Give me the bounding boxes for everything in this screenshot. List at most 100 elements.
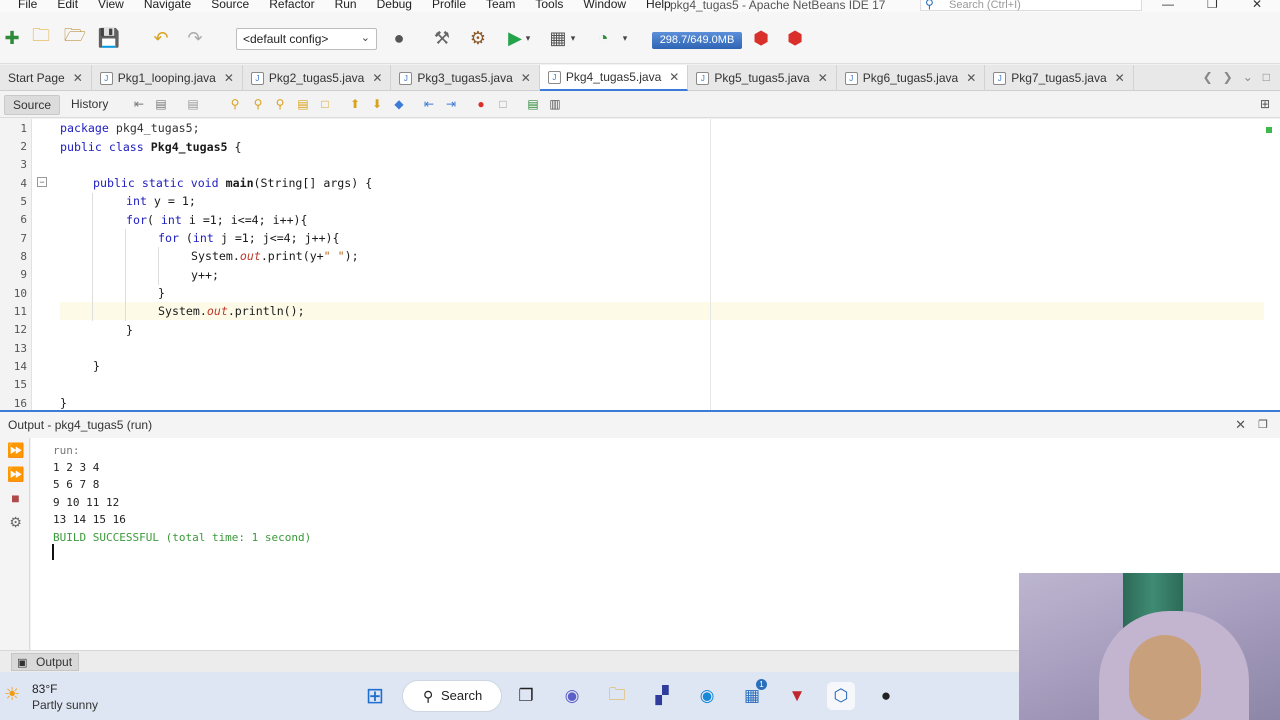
redo-icon[interactable]: ↷ xyxy=(183,26,207,50)
save-all-icon[interactable]: 💾 xyxy=(97,26,121,50)
new-file-icon[interactable]: ✚ xyxy=(0,26,24,50)
stop-macro-icon[interactable]: □ xyxy=(496,98,510,111)
new-project-icon[interactable]: 🗀 xyxy=(29,25,53,50)
chevron-down-icon[interactable]: ⌄ xyxy=(1243,70,1253,84)
class-name: Pkg4_tugas5 xyxy=(150,140,228,154)
last-edit-icon[interactable]: ⇤ xyxy=(132,98,146,111)
toggle-highlight-icon[interactable]: ▤ xyxy=(296,98,310,111)
menu-edit[interactable]: Edit xyxy=(47,0,88,10)
split-editor-icon[interactable]: ⊞ xyxy=(1258,98,1272,111)
close-icon[interactable]: ✕ xyxy=(669,70,679,84)
output-tab[interactable]: ▣ Output xyxy=(11,653,80,671)
menu-debug[interactable]: Debug xyxy=(367,0,422,10)
code-text: ( xyxy=(178,231,193,245)
tab-pkg2[interactable]: J Pkg2_tugas5.java ✕ xyxy=(243,65,392,91)
fold-collapse-icon[interactable]: − xyxy=(37,177,47,187)
menu-source[interactable]: Source xyxy=(201,0,259,10)
tab-start-page[interactable]: Start Page ✕ xyxy=(0,65,92,91)
previous-bookmark-icon[interactable]: ⬆ xyxy=(348,98,362,111)
code-text: } xyxy=(158,286,165,300)
debug-dropdown-icon[interactable]: ▾ xyxy=(567,26,579,50)
taskbar-search[interactable]: ⚲ Search xyxy=(402,680,502,712)
menu-team[interactable]: Team xyxy=(476,0,525,10)
code-text: pkg4_tugas5; xyxy=(108,121,200,135)
tab-pkg5[interactable]: J Pkg5_tugas5.java ✕ xyxy=(688,65,837,91)
find-previous-icon[interactable]: ⚲ xyxy=(251,98,265,111)
edge-browser-icon[interactable]: ◉ xyxy=(693,682,721,710)
comment-icon[interactable]: ▤ xyxy=(526,98,540,111)
undo-icon[interactable]: ↶ xyxy=(149,26,173,50)
close-icon[interactable]: ✕ xyxy=(73,71,83,85)
maximize-icon[interactable]: □ xyxy=(1263,70,1270,84)
visual-studio-icon[interactable]: ▞ xyxy=(648,682,676,710)
rerun-with-params-icon[interactable]: ⏩ xyxy=(7,466,24,483)
restore-icon[interactable]: ❐ xyxy=(1207,0,1218,11)
code-text: .print(y+ xyxy=(260,249,324,263)
close-window-icon[interactable]: ✕ xyxy=(1252,0,1262,11)
task-view-icon[interactable]: ❐ xyxy=(512,682,540,710)
record-macro-icon[interactable]: ● xyxy=(474,98,488,111)
open-project-icon[interactable]: 🗁 xyxy=(63,25,87,50)
close-icon[interactable]: ✕ xyxy=(1235,417,1246,433)
profiler-snapshot-icon[interactable]: ⬢ xyxy=(783,26,807,50)
build-hammer-icon[interactable]: ⚒ xyxy=(430,26,454,50)
code-editor[interactable]: 1 2 3 4 5 6 7 8 9 10 11 12 13 14 15 16 −… xyxy=(0,119,1280,410)
menu-file[interactable]: File xyxy=(8,0,47,10)
rerun-icon[interactable]: ⏩ xyxy=(7,442,24,459)
menu-navigate[interactable]: Navigate xyxy=(134,0,201,10)
line-number: 9 xyxy=(20,268,27,281)
quick-search-input[interactable]: ⚲ Search (Ctrl+I) xyxy=(920,0,1142,11)
maximize-icon[interactable]: ❐ xyxy=(1258,418,1268,431)
globe-icon[interactable]: ● xyxy=(387,26,411,50)
tab-pkg4[interactable]: J Pkg4_tugas5.java ✕ xyxy=(539,65,689,91)
close-icon[interactable]: ✕ xyxy=(372,71,382,85)
chevron-left-icon[interactable]: ❮ xyxy=(1203,70,1213,84)
find-selection-icon[interactable]: ⚲ xyxy=(228,98,242,111)
method-name: main xyxy=(225,176,254,190)
stop-icon[interactable]: ■ xyxy=(7,490,24,507)
menu-view[interactable]: View xyxy=(88,0,134,10)
mcafee-icon[interactable]: ▼ xyxy=(783,682,811,710)
clean-build-icon[interactable]: ⚙ xyxy=(466,26,490,50)
source-button[interactable]: Source xyxy=(4,95,61,115)
close-icon[interactable]: ✕ xyxy=(521,71,531,85)
find-next-icon[interactable]: ⚲ xyxy=(273,98,287,111)
config-select[interactable]: <default config> ⌄ xyxy=(236,28,377,50)
close-icon[interactable]: ✕ xyxy=(966,71,976,85)
uncomment-icon[interactable]: ▥ xyxy=(548,98,562,111)
profile-project-icon[interactable]: ◔ xyxy=(591,26,615,50)
menu-window[interactable]: Window xyxy=(573,0,636,10)
tab-pkg3[interactable]: J Pkg3_tugas5.java ✕ xyxy=(391,65,540,91)
memory-indicator[interactable]: 298.7/649.0MB xyxy=(652,32,742,49)
forward-icon[interactable]: ▤ xyxy=(186,98,200,111)
back-icon[interactable]: ▤ xyxy=(154,98,168,111)
minimize-icon[interactable]: — xyxy=(1162,0,1174,11)
menu-run[interactable]: Run xyxy=(325,0,367,10)
run-dropdown-icon[interactable]: ▾ xyxy=(522,26,534,50)
profile-dropdown-icon[interactable]: ▾ xyxy=(619,26,631,50)
close-icon[interactable]: ✕ xyxy=(224,71,234,85)
shift-left-icon[interactable]: ⇤ xyxy=(422,98,436,111)
close-icon[interactable]: ✕ xyxy=(1115,71,1125,85)
windows-start-icon[interactable]: ⊞ xyxy=(361,682,389,710)
chevron-right-icon[interactable]: ❯ xyxy=(1223,70,1233,84)
close-icon[interactable]: ✕ xyxy=(818,71,828,85)
menu-tools[interactable]: Tools xyxy=(525,0,573,10)
obs-icon[interactable]: ● xyxy=(872,682,900,710)
menu-refactor[interactable]: Refactor xyxy=(259,0,324,10)
history-button[interactable]: History xyxy=(63,95,116,115)
tab-pkg7[interactable]: J Pkg7_tugas5.java ✕ xyxy=(985,65,1134,91)
chat-icon[interactable]: ◉ xyxy=(558,682,586,710)
next-bookmark-icon[interactable]: ⬇ xyxy=(370,98,384,111)
netbeans-icon[interactable]: ⬡ xyxy=(827,682,855,710)
settings-icon[interactable]: ⚙ xyxy=(7,514,24,531)
menu-profile[interactable]: Profile xyxy=(422,0,476,10)
toggle-bookmark-icon[interactable]: ◆ xyxy=(392,98,406,111)
tab-pkg6[interactable]: J Pkg6_tugas5.java ✕ xyxy=(837,65,986,91)
keyword: public static void xyxy=(93,176,219,190)
gc-icon[interactable]: ⬢ xyxy=(749,26,773,50)
shift-right-icon[interactable]: ⇥ xyxy=(444,98,458,111)
tab-pkg1[interactable]: J Pkg1_looping.java ✕ xyxy=(92,65,243,91)
toggle-rect-select-icon[interactable]: □ xyxy=(318,98,332,111)
file-explorer-icon[interactable]: 🗀 xyxy=(603,682,631,710)
